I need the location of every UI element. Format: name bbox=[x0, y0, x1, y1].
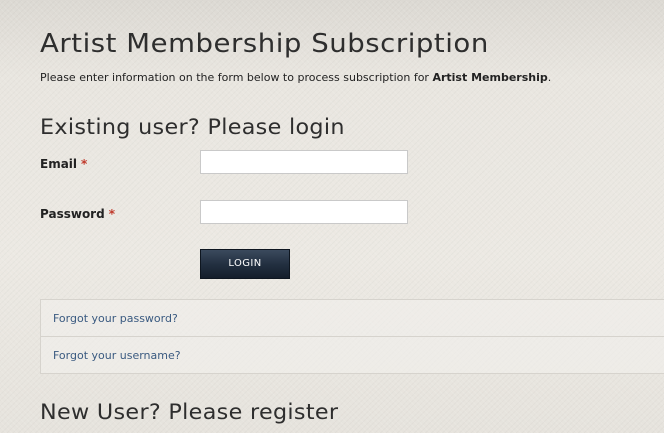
login-button[interactable]: LOGIN bbox=[200, 249, 290, 279]
intro-suffix: . bbox=[547, 71, 552, 84]
email-label-text: Email bbox=[40, 157, 78, 171]
forgot-password-link[interactable]: Forgot your password? bbox=[53, 312, 178, 325]
intro-membership-name: Artist Membership bbox=[432, 71, 548, 84]
account-help-links: Forgot your password? Forgot your userna… bbox=[40, 299, 664, 374]
list-item: Forgot your username? bbox=[41, 337, 664, 374]
password-input[interactable] bbox=[200, 200, 408, 224]
email-label: Email * bbox=[40, 157, 87, 171]
forgot-username-link[interactable]: Forgot your username? bbox=[53, 349, 181, 362]
login-heading: Existing user? Please login bbox=[40, 115, 345, 139]
list-item: Forgot your password? bbox=[41, 300, 664, 337]
required-marker: * bbox=[81, 157, 88, 171]
page-title: Artist Membership Subscription bbox=[40, 29, 489, 59]
email-input[interactable] bbox=[200, 150, 408, 174]
password-label-text: Password bbox=[40, 207, 105, 221]
intro-prefix: Please enter information on the form bel… bbox=[40, 71, 433, 84]
register-heading: New User? Please register bbox=[40, 400, 339, 424]
intro-text: Please enter information on the form bel… bbox=[40, 71, 551, 84]
required-marker: * bbox=[108, 207, 115, 221]
password-label: Password * bbox=[40, 207, 115, 221]
